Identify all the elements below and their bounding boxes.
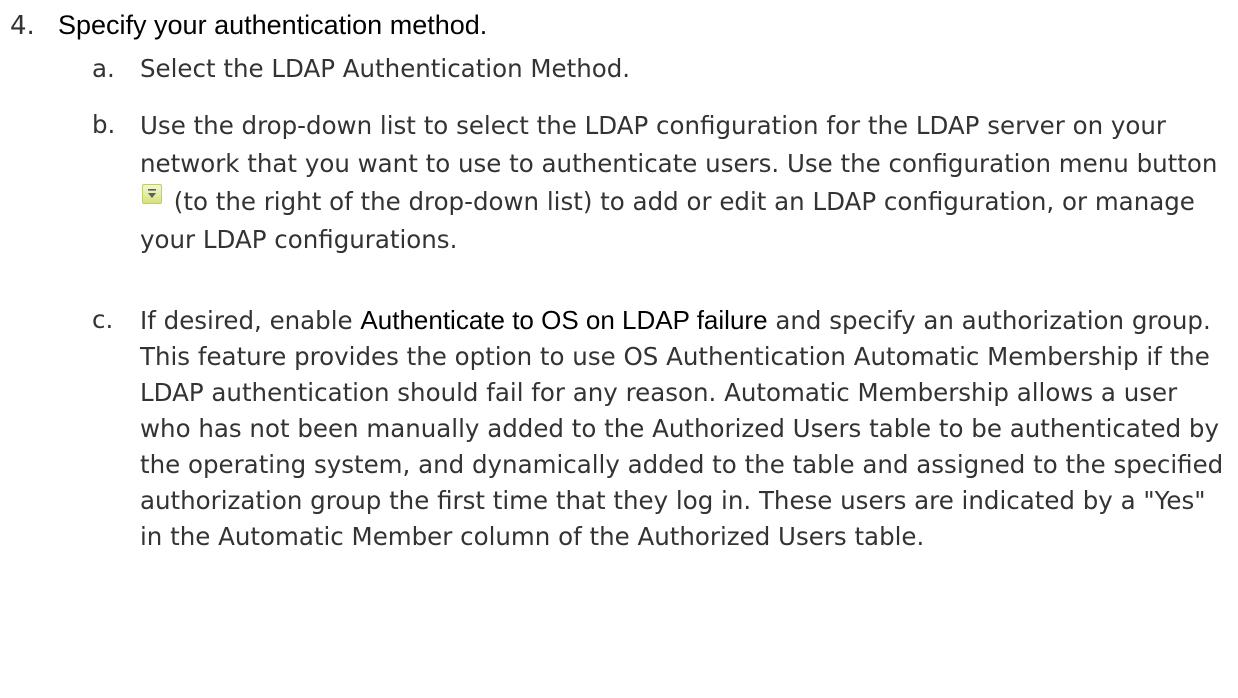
substep-letter: c.	[92, 305, 114, 334]
substep-text-part: If desired, enable	[140, 306, 353, 335]
configuration-menu-button-icon	[142, 184, 162, 204]
step-title: Specify your authentication method.	[58, 10, 488, 40]
step-number: 4.	[10, 11, 35, 41]
substep-letter: b.	[92, 110, 116, 139]
substep-body: If desired, enable Authenticate to OS on…	[140, 302, 1232, 555]
substep-text-part: Use the drop-down list to select the LDA…	[140, 111, 1218, 178]
substep-letter: a.	[92, 54, 115, 83]
substep-body: Use the drop-down list to select the LDA…	[140, 107, 1232, 259]
substep-body: Select the LDAP Authentication Method.	[140, 51, 1232, 87]
substep-text-part: (to the right of the drop-down list) to …	[140, 187, 1195, 254]
substep-text: Select the LDAP Authentication Method.	[140, 54, 631, 83]
substep-text-part: and specify an authorization group. This…	[140, 306, 1224, 551]
step-heading: 4. Specify your authentication method.	[10, 6, 487, 45]
setting-name: Authenticate to OS on LDAP failure	[360, 305, 768, 335]
